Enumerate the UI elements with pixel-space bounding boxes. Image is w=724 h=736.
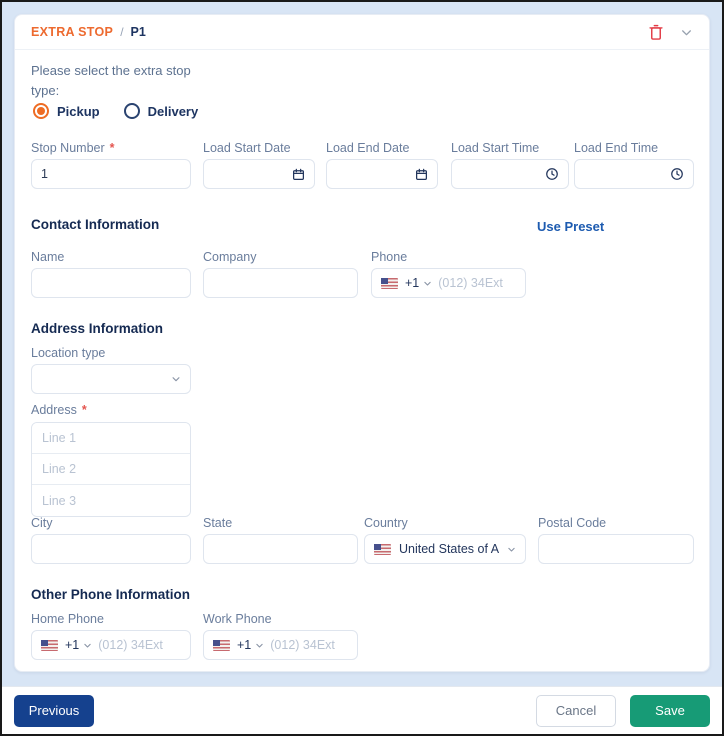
- load-start-date-label: Load Start Date: [203, 141, 291, 155]
- load-end-time-input[interactable]: [584, 160, 664, 188]
- country-label: Country: [364, 516, 408, 530]
- contact-section-heading: Contact Information: [31, 217, 160, 232]
- work-phone-label: Work Phone: [203, 612, 272, 626]
- load-end-time-label: Load End Time: [574, 141, 659, 155]
- chevron-down-icon[interactable]: [423, 279, 432, 288]
- required-asterisk: *: [109, 141, 115, 155]
- country-value: United States of A: [399, 542, 500, 556]
- country-select[interactable]: United States of A: [364, 534, 526, 564]
- location-type-select[interactable]: [31, 364, 191, 394]
- home-phone-input[interactable]: [98, 631, 181, 659]
- stop-type-prompt: Please select the extra stop type:: [31, 63, 191, 98]
- phone-label: Phone: [371, 250, 408, 264]
- field-load-end-time: Load End Time: [574, 141, 694, 189]
- postal-code-input[interactable]: [548, 535, 684, 563]
- extra-stop-card: EXTRA STOP / P1 Please select the extra …: [14, 14, 710, 672]
- radio-delivery[interactable]: Delivery: [123, 103, 199, 119]
- address-line1-input[interactable]: [32, 423, 190, 454]
- address-line2-input[interactable]: [32, 454, 190, 485]
- load-end-date-label: Load End Date: [326, 141, 410, 155]
- postal-code-label: Postal Code: [538, 516, 607, 530]
- other-phone-section-heading: Other Phone Information: [31, 587, 191, 602]
- header-actions: [648, 24, 693, 41]
- chevron-down-icon[interactable]: [83, 641, 92, 650]
- field-load-start-time: Load Start Time: [451, 141, 569, 189]
- field-home-phone: Home Phone +1: [31, 612, 191, 660]
- chevron-down-icon[interactable]: [255, 641, 264, 650]
- city-label: City: [31, 516, 53, 530]
- field-stop-number: Stop Number *: [31, 141, 191, 189]
- company-input[interactable]: [213, 269, 348, 297]
- stop-number-input[interactable]: [41, 160, 181, 188]
- location-type-label: Location type: [31, 346, 106, 360]
- name-input[interactable]: [41, 269, 181, 297]
- address-section-heading: Address Information: [31, 321, 164, 336]
- home-phone-label: Home Phone: [31, 612, 104, 626]
- radio-delivery-label[interactable]: Delivery: [148, 104, 199, 119]
- address-label: Address: [31, 403, 77, 417]
- phone-dial-code[interactable]: +1: [405, 276, 419, 290]
- work-phone-input[interactable]: [270, 631, 348, 659]
- radio-pickup[interactable]: Pickup: [33, 103, 100, 119]
- clock-icon[interactable]: [545, 167, 559, 181]
- card-header: EXTRA STOP / P1: [15, 15, 709, 50]
- load-start-time-input[interactable]: [461, 160, 539, 188]
- breadcrumb-separator: /: [120, 25, 124, 39]
- state-label: State: [203, 516, 233, 530]
- trash-icon: [648, 24, 664, 41]
- us-flag-icon: [41, 639, 58, 651]
- delete-stop-button[interactable]: [648, 24, 664, 41]
- field-country: Country United States of A: [364, 516, 526, 564]
- field-postal-code: Postal Code: [538, 516, 694, 564]
- field-state: State: [203, 516, 358, 564]
- company-label: Company: [203, 250, 257, 264]
- field-phone: Phone +1: [371, 250, 526, 298]
- page: EXTRA STOP / P1 Please select the extra …: [0, 0, 724, 736]
- load-end-date-input[interactable]: [336, 160, 409, 188]
- radio-unselected-icon[interactable]: [123, 103, 140, 119]
- chevron-down-icon: [507, 545, 516, 554]
- field-load-end-date: Load End Date: [326, 141, 438, 189]
- calendar-icon[interactable]: [292, 168, 305, 181]
- save-button[interactable]: Save: [630, 694, 710, 727]
- phone-input[interactable]: [438, 269, 516, 297]
- stop-type-radio-group: Pickup Delivery: [33, 103, 198, 119]
- required-asterisk: *: [81, 403, 87, 417]
- us-flag-icon: [374, 543, 391, 555]
- previous-button[interactable]: Previous: [14, 694, 94, 727]
- field-work-phone: Work Phone +1: [203, 612, 358, 660]
- us-flag-icon: [213, 639, 230, 651]
- radio-pickup-label[interactable]: Pickup: [57, 104, 100, 119]
- field-city: City: [31, 516, 191, 564]
- use-preset-link[interactable]: Use Preset: [537, 219, 604, 234]
- collapse-card-button[interactable]: [680, 26, 693, 39]
- home-phone-dial-code[interactable]: +1: [65, 638, 79, 652]
- footer-bar: Previous Cancel Save: [2, 686, 722, 734]
- load-start-time-label: Load Start Time: [451, 141, 540, 155]
- breadcrumb-page: P1: [130, 25, 146, 39]
- load-start-date-input[interactable]: [213, 160, 286, 188]
- radio-selected-icon[interactable]: [33, 103, 49, 119]
- calendar-icon[interactable]: [415, 168, 428, 181]
- state-input[interactable]: [213, 535, 348, 563]
- stop-number-label: Stop Number: [31, 141, 105, 155]
- city-input[interactable]: [41, 535, 181, 563]
- field-load-start-date: Load Start Date: [203, 141, 315, 189]
- field-name: Name: [31, 250, 191, 298]
- breadcrumb-section: EXTRA STOP: [31, 25, 114, 39]
- chevron-down-icon: [171, 374, 181, 384]
- address-label-row: Address *: [31, 403, 87, 421]
- field-company: Company: [203, 250, 358, 298]
- work-phone-dial-code[interactable]: +1: [237, 638, 251, 652]
- chevron-down-icon: [680, 26, 693, 39]
- us-flag-icon: [381, 277, 398, 289]
- field-location-type: Location type: [31, 346, 191, 394]
- name-label: Name: [31, 250, 65, 264]
- clock-icon[interactable]: [670, 167, 684, 181]
- cancel-button[interactable]: Cancel: [536, 694, 616, 727]
- address-lines-group: [31, 422, 191, 517]
- address-line3-input[interactable]: [32, 485, 190, 516]
- breadcrumb: EXTRA STOP / P1: [31, 25, 146, 39]
